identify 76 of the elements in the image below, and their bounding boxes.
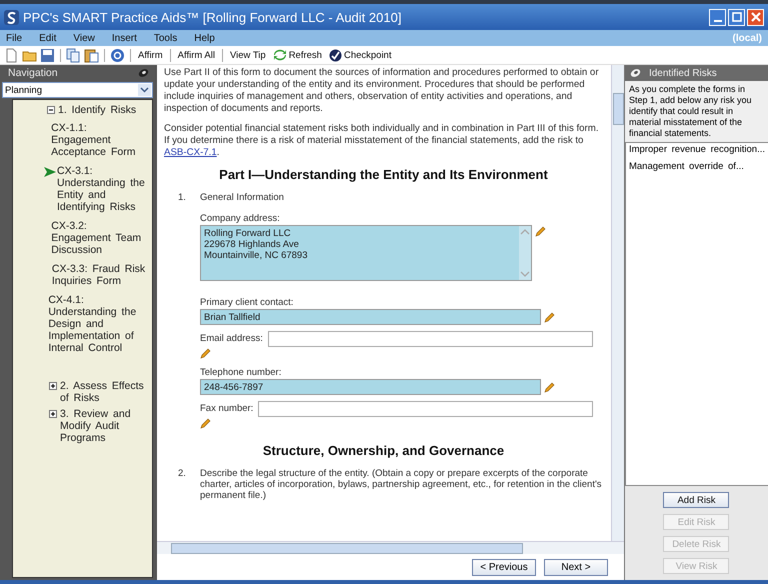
pin-icon[interactable] <box>630 68 641 78</box>
next-button[interactable]: Next > <box>544 558 608 576</box>
pin-icon[interactable] <box>138 68 149 78</box>
current-arrow-icon <box>44 167 56 177</box>
field-label: Telephone number: <box>200 367 282 378</box>
risk-button[interactable]: Add Risk <box>663 492 730 508</box>
question-text: General Information <box>200 192 285 203</box>
menu-item[interactable]: Help <box>194 32 215 44</box>
refresh-button[interactable]: Refresh <box>270 49 324 61</box>
field-label: Company address: <box>200 213 281 224</box>
copy-icon[interactable] <box>66 48 81 62</box>
expand-icon[interactable] <box>49 410 57 418</box>
close-icon <box>750 11 762 23</box>
input-field[interactable]: 248-456-7897 <box>200 379 541 395</box>
tree-item[interactable]: 3. Review and Modify Audit Programs <box>60 408 148 444</box>
field-label: Fax number: <box>200 403 254 414</box>
field-label: Primary client contact: <box>200 297 294 308</box>
input-field[interactable]: Brian Tallfield <box>200 309 541 325</box>
help-icon[interactable] <box>110 48 125 62</box>
risk-item[interactable]: Improper revenue recognition... <box>628 144 765 155</box>
toolbar-button[interactable]: Affirm All <box>176 50 217 60</box>
refresh-icon <box>272 49 287 61</box>
panel-title: Identified Risks <box>648 68 717 78</box>
maximize-icon <box>730 11 742 23</box>
collapse-icon[interactable] <box>47 106 55 114</box>
paste-icon[interactable] <box>84 48 99 62</box>
tree-item[interactable]: CX-3.3: Fraud Risk Inquiries Form <box>52 263 148 287</box>
app-logo-icon <box>4 10 19 24</box>
tree-item[interactable]: CX-4.1: Understanding the Design and Implementation of Internal Control <box>48 294 148 354</box>
question-number: 1. <box>178 192 187 205</box>
instruction-text: Use Part II of this form to document the sources of information and procedures performed to obtain or update your understanding of the entity and its environment. Procedures that should be performed include inquiries of management and others, observation of entity activities and operations, and inspection of documents and reports. <box>164 67 600 115</box>
window-title: PPC's SMART Practice Aids™ [Rolling Forward LLC - Audit 2010] <box>23 10 402 24</box>
period-text: . <box>216 147 220 158</box>
pencil-icon[interactable] <box>200 347 212 359</box>
server-status: (local) <box>732 32 762 44</box>
vertical-scrollbar[interactable] <box>610 65 624 541</box>
question-text: Describe the legal structure of the entity. (Obtain a copy or prepare excerpts of the corporate charter, articles of incorporation, bylaws, partnership agreement, etc., for retention in the client's permanent file.) <box>200 468 603 501</box>
panel-title: Navigation <box>8 67 58 79</box>
tree-item[interactable]: CX-3.1: Understanding the Entity and Identifying Risks <box>57 165 148 213</box>
section-heading: Structure, Ownership, and Governance <box>262 443 506 458</box>
menu-item[interactable]: Tools <box>154 32 178 44</box>
risk-item[interactable]: Management override of... <box>628 161 765 172</box>
phase-dropdown[interactable]: Planning <box>2 82 153 98</box>
pencil-icon[interactable] <box>200 417 212 429</box>
menu-item[interactable]: Edit <box>39 32 56 44</box>
input-field[interactable] <box>258 401 593 417</box>
check-circle-icon <box>328 48 342 62</box>
instruction-text: Consider potential financial statement risks both individually and in combination in Part III of this form. If you determine there is a risk of material misstatement of the financial statements, add the risk to ASB-CX-7.1. <box>164 123 600 159</box>
toolbar-button[interactable]: View Tip <box>228 50 268 60</box>
hint-text: As you complete the forms in Step 1, add below any risk you identify that could result in material misstatement of the financial statements. <box>624 81 768 143</box>
minimize-icon <box>714 20 722 22</box>
form-link[interactable]: ASB-CX-7.1 <box>164 147 217 158</box>
section-heading: Part I—Understanding the Entity and Its Environment <box>218 167 549 182</box>
menu-item[interactable]: Insert <box>112 32 137 44</box>
tree-item[interactable]: CX-1.1: Engagement Acceptance Form <box>51 122 148 158</box>
checkpoint-button[interactable]: Checkpoint <box>326 48 394 62</box>
question-number: 2. <box>178 468 187 481</box>
expand-icon[interactable] <box>49 382 57 390</box>
toolbar-button[interactable]: Affirm <box>136 50 165 60</box>
menu-item[interactable]: View <box>73 32 95 44</box>
pencil-icon[interactable] <box>544 381 556 393</box>
tree-item[interactable]: 2. Assess Effects of Risks <box>60 380 148 404</box>
tree-item[interactable]: 1. Identify Risks <box>58 104 136 116</box>
maximize-button[interactable] <box>728 8 745 26</box>
minimize-button[interactable] <box>709 8 726 26</box>
pencil-icon[interactable] <box>544 311 556 323</box>
field-label: Email address: <box>200 333 263 344</box>
tree-item[interactable]: CX-3.2: Engagement Team Discussion <box>51 220 148 256</box>
previous-button[interactable]: < Previous <box>472 558 536 576</box>
pencil-icon[interactable] <box>535 225 547 237</box>
menu-item[interactable]: File <box>6 32 22 44</box>
input-field[interactable] <box>268 331 593 347</box>
dropdown-arrow-icon <box>138 84 151 96</box>
save-icon[interactable] <box>40 48 55 62</box>
horizontal-scrollbar[interactable] <box>157 541 624 554</box>
close-button[interactable] <box>747 8 764 26</box>
